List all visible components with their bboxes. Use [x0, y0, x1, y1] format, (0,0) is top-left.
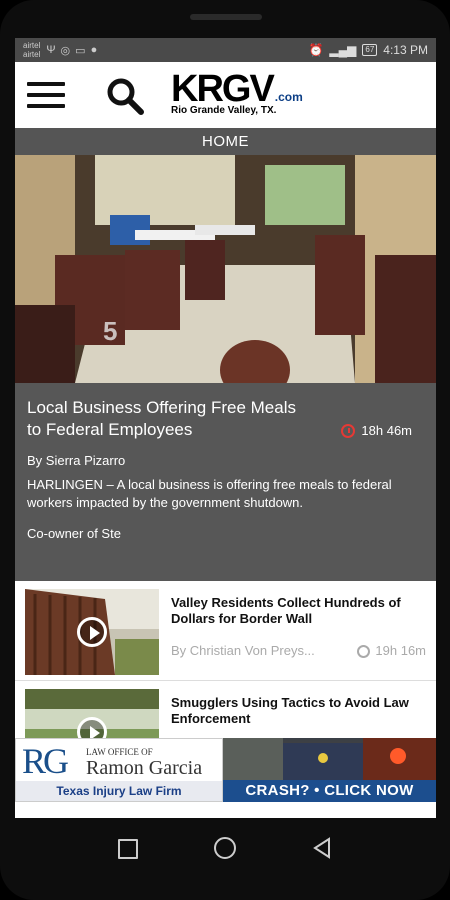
featured-headline[interactable]: Local Business Offering Free Meals to Fe…	[27, 397, 307, 441]
battery-icon: 67	[362, 44, 378, 56]
featured-time-text: 18h 46m	[361, 423, 412, 438]
whatsapp-icon: ◎	[60, 44, 71, 57]
recents-icon	[118, 839, 138, 859]
article-author: By Christian Von Preys...	[171, 643, 315, 658]
recents-button[interactable]	[113, 834, 141, 862]
earpiece-speaker	[190, 14, 262, 20]
ad-firm-name: Ramon Garcia	[86, 757, 203, 779]
video-icon: ▭	[75, 44, 86, 57]
carrier-1: airtel	[23, 41, 41, 50]
system-nav-bar	[0, 818, 450, 878]
play-icon[interactable]	[77, 617, 107, 647]
back-button[interactable]	[309, 834, 337, 862]
logo-main: KRGV	[171, 68, 275, 110]
status-time: 4:13 PM	[383, 43, 428, 57]
status-bar: airtel airtel Ψ ◎ ▭ ● ⏰ ▂▄▆ 67 4:13 PM	[15, 38, 436, 62]
carrier-labels: airtel airtel	[23, 41, 40, 59]
status-right: ⏰ ▂▄▆ 67 4:13 PM	[308, 43, 428, 57]
carrier-2: airtel	[23, 50, 41, 59]
article-time-text: 19h 16m	[375, 643, 426, 658]
logo-suffix: .com	[274, 90, 303, 104]
ad-cta-button[interactable]: CRASH? • CLICK NOW	[223, 780, 436, 802]
article-title[interactable]: Valley Residents Collect Hundreds of Dol…	[171, 595, 426, 627]
ad-law-office[interactable]: RG LAW OFFICE OF Ramon Garcia Texas Inju…	[15, 738, 223, 802]
chat-icon: ●	[90, 43, 98, 56]
featured-time: 18h 46m	[341, 423, 412, 438]
ad-monogram: RG	[22, 741, 69, 781]
screen: airtel airtel Ψ ◎ ▭ ● ⏰ ▂▄▆ 67 4:13 PM K…	[15, 38, 436, 818]
featured-excerpt: Co-owner of Ste	[27, 526, 121, 541]
section-title-bar: HOME	[15, 128, 436, 155]
search-icon[interactable]	[105, 76, 145, 116]
article-thumbnail[interactable]	[25, 589, 159, 675]
home-button[interactable]	[211, 834, 239, 862]
menu-icon[interactable]	[27, 82, 65, 108]
ad-law-office-label: LAW OFFICE OF	[86, 747, 153, 757]
site-logo[interactable]: KRGV .com Rio Grande Valley, TX.	[171, 68, 303, 116]
signal-icon: ▂▄▆	[329, 43, 357, 57]
alarm-icon: ⏰	[308, 43, 324, 57]
phone-frame: airtel airtel Ψ ◎ ▭ ● ⏰ ▂▄▆ 67 4:13 PM K…	[0, 0, 450, 900]
article-time: 19h 16m	[357, 643, 426, 658]
home-icon	[214, 837, 236, 859]
status-left: airtel airtel Ψ ◎ ▭ ●	[23, 41, 97, 59]
ad-crash-panel[interactable]: CRASH? • CLICK NOW	[223, 738, 436, 802]
article-body: Valley Residents Collect Hundreds of Dol…	[171, 589, 426, 680]
article-meta: By Christian Von Preys... 19h 16m	[171, 643, 426, 658]
featured-byline: By Sierra Pizarro	[27, 453, 126, 468]
ad-tagline: Texas Injury Law Firm	[16, 781, 222, 801]
featured-article[interactable]: Local Business Offering Free Meals to Fe…	[15, 383, 436, 581]
hero-photo: 5	[15, 155, 436, 383]
usb-icon: Ψ	[46, 43, 56, 56]
article-title[interactable]: Smugglers Using Tactics to Avoid Law Enf…	[171, 695, 426, 727]
back-icon	[313, 837, 330, 859]
hero-watermark: 5	[103, 316, 117, 346]
featured-summary: HARLINGEN – A local business is offering…	[27, 477, 392, 510]
clock-icon	[341, 423, 356, 438]
notification-icons: Ψ ◎ ▭ ●	[46, 44, 97, 57]
list-item[interactable]: Valley Residents Collect Hundreds of Dol…	[15, 581, 436, 681]
clock-icon	[357, 645, 371, 658]
ad-banner[interactable]: RG LAW OFFICE OF Ramon Garcia Texas Inju…	[15, 738, 436, 802]
app-header: KRGV .com Rio Grande Valley, TX.	[15, 62, 436, 128]
hero-image[interactable]: 5	[15, 155, 436, 383]
